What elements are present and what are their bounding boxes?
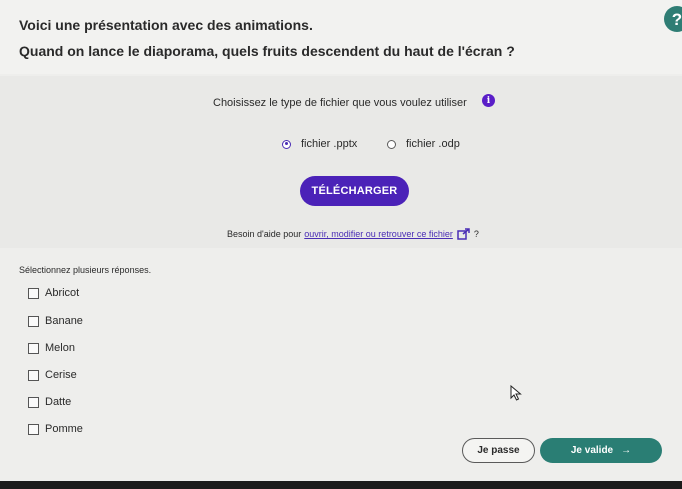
radio-button-pptx[interactable]: [282, 139, 291, 149]
radio-button-odp[interactable]: [387, 139, 396, 149]
question-text: Quand on lance le diaporama, quels fruit…: [19, 43, 515, 59]
mouse-cursor-icon: [510, 385, 522, 401]
choice-label: Abricot: [45, 287, 80, 299]
checkbox[interactable]: [28, 342, 39, 354]
choice-label: Banane: [45, 315, 83, 327]
file-help-link[interactable]: ouvrir, modifier ou retrouver ce fichier: [304, 229, 453, 239]
choice-pomme[interactable]: Pomme: [28, 423, 83, 435]
instruction-text: Voici une présentation avec des animatio…: [19, 17, 313, 33]
question-header: [0, 0, 682, 74]
choice-cerise[interactable]: Cerise: [28, 369, 77, 381]
file-type-prompt: Choisissez le type de fichier que vous v…: [213, 97, 467, 109]
validate-label: Je valide: [570, 445, 614, 456]
skip-button[interactable]: Je passe: [462, 438, 535, 463]
validate-button[interactable]: Je valide →: [540, 438, 662, 463]
download-button[interactable]: TÉLÉCHARGER: [300, 176, 409, 206]
help-suffix-text: ?: [473, 229, 479, 239]
external-link-icon[interactable]: [457, 228, 471, 240]
checkbox[interactable]: [28, 423, 39, 435]
choice-label: Cerise: [45, 369, 77, 381]
checkbox[interactable]: [28, 369, 39, 381]
radio-label-pptx: fichier .pptx: [301, 138, 358, 150]
choice-banane[interactable]: Banane: [28, 315, 83, 327]
choice-label: Pomme: [45, 423, 83, 435]
choice-label: Datte: [45, 396, 72, 408]
checkbox[interactable]: [28, 315, 39, 327]
bottom-bar: [0, 481, 682, 489]
quiz-instruction: Sélectionnez plusieurs réponses.: [19, 265, 152, 275]
help-prefix-text: Besoin d'aide pour: [227, 229, 302, 239]
radio-option-pptx[interactable]: fichier .pptx: [282, 138, 357, 150]
choice-abricot[interactable]: Abricot: [28, 287, 79, 299]
radio-label-odp: fichier .odp: [406, 138, 460, 150]
arrow-right-icon: →: [621, 445, 632, 456]
choice-label: Melon: [45, 342, 75, 354]
info-icon[interactable]: i: [482, 94, 495, 107]
choice-melon[interactable]: Melon: [28, 342, 75, 354]
radio-option-odp[interactable]: fichier .odp: [387, 138, 460, 150]
checkbox[interactable]: [28, 396, 39, 408]
checkbox[interactable]: [28, 287, 39, 299]
choice-datte[interactable]: Datte: [28, 396, 71, 408]
file-help-line: Besoin d'aide pour ouvrir, modifier ou r…: [227, 228, 479, 240]
